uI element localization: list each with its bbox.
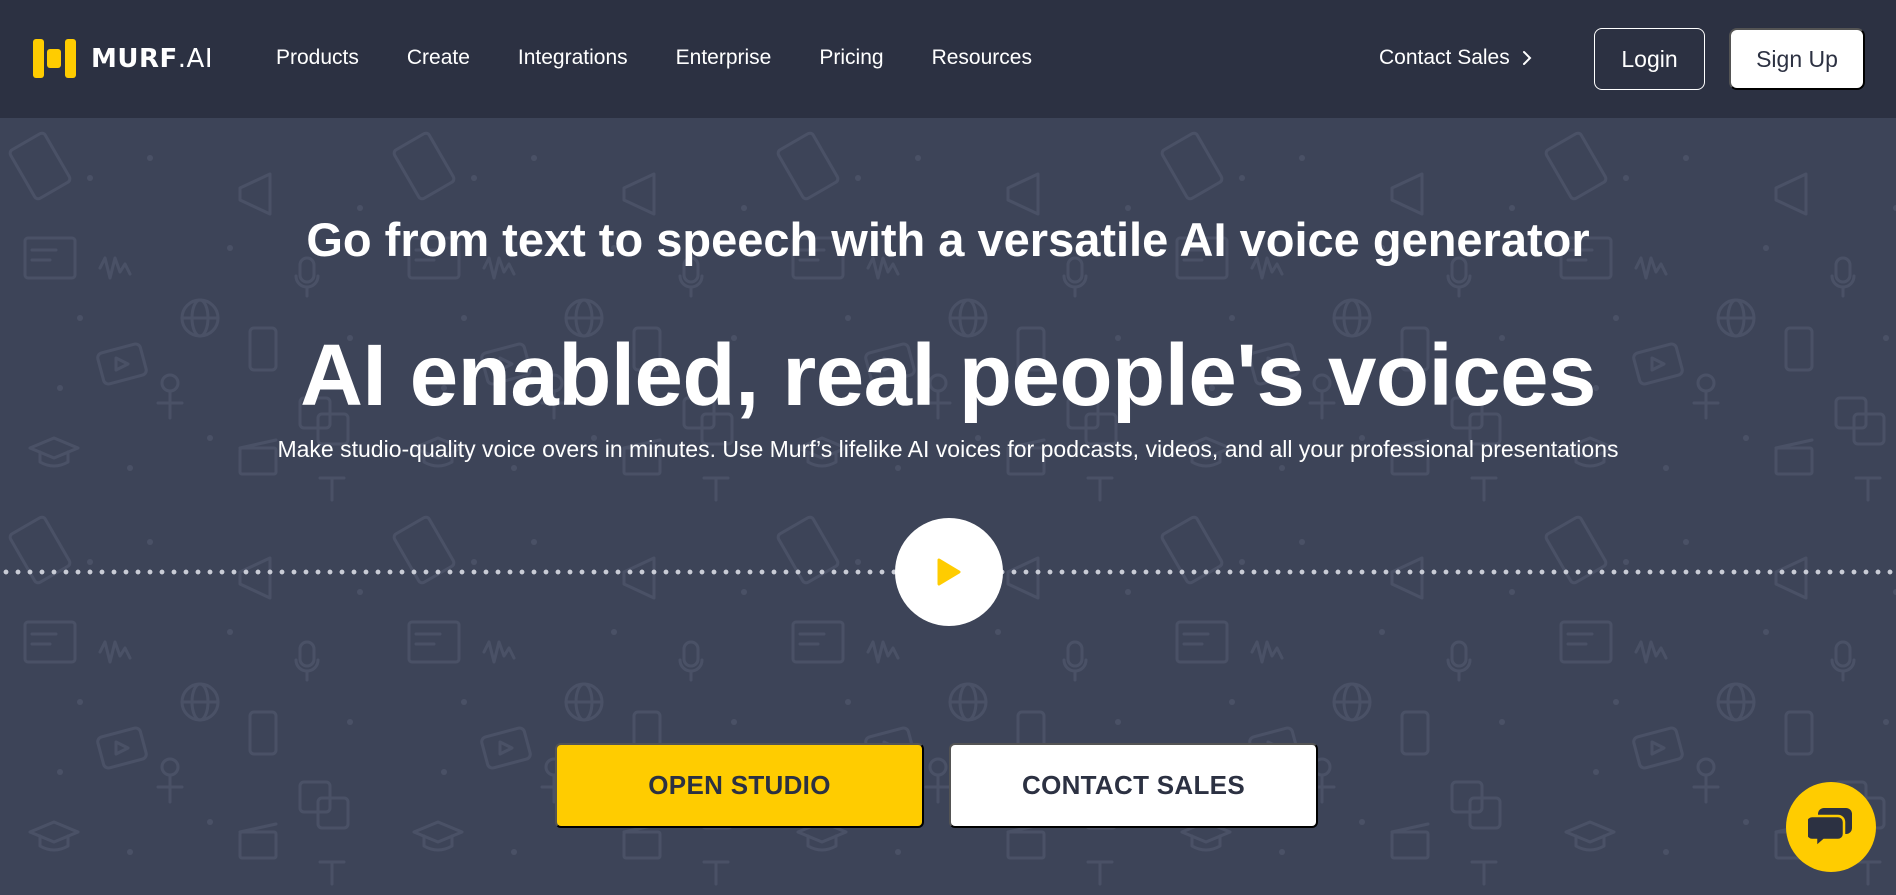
top-navigation: MURF.AI Products Create Integrations Ent… bbox=[0, 0, 1896, 118]
murf-logo-icon bbox=[33, 39, 76, 78]
hero-section: Go from text to speech with a versatile … bbox=[0, 118, 1896, 895]
nav-integrations[interactable]: Integrations bbox=[518, 46, 628, 70]
chevron-right-icon bbox=[1522, 51, 1532, 65]
brand-name-suffix: .AI bbox=[177, 43, 213, 74]
nav-pricing[interactable]: Pricing bbox=[819, 46, 883, 70]
nav-products[interactable]: Products bbox=[276, 46, 359, 70]
contact-sales-button[interactable]: CONTACT SALES bbox=[949, 743, 1318, 828]
login-button[interactable]: Login bbox=[1594, 28, 1705, 90]
chat-bubble-icon bbox=[1808, 808, 1852, 848]
play-icon bbox=[937, 558, 961, 586]
hero-subtitle: Go from text to speech with a versatile … bbox=[306, 213, 1590, 266]
brand-logo[interactable]: MURF.AI bbox=[33, 36, 213, 81]
contact-sales-label: Contact Sales bbox=[1379, 46, 1510, 69]
open-studio-button[interactable]: OPEN STUDIO bbox=[555, 743, 924, 828]
main-menu: Products Create Integrations Enterprise … bbox=[276, 46, 1080, 70]
nav-resources[interactable]: Resources bbox=[932, 46, 1032, 70]
brand-name-bold: MURF bbox=[91, 43, 178, 74]
signup-button[interactable]: Sign Up bbox=[1729, 28, 1865, 90]
nav-create[interactable]: Create bbox=[407, 46, 470, 70]
hero-description: Make studio-quality voice overs in minut… bbox=[277, 436, 1619, 462]
hero-headline: AI enabled, real people's voices bbox=[300, 327, 1596, 424]
nav-contact-sales-link[interactable]: Contact Sales bbox=[1379, 46, 1532, 70]
brand-wordmark: MURF.AI bbox=[91, 44, 213, 74]
play-sample-button[interactable] bbox=[895, 518, 1003, 626]
chat-widget-button[interactable] bbox=[1786, 782, 1876, 872]
nav-enterprise[interactable]: Enterprise bbox=[676, 46, 772, 70]
